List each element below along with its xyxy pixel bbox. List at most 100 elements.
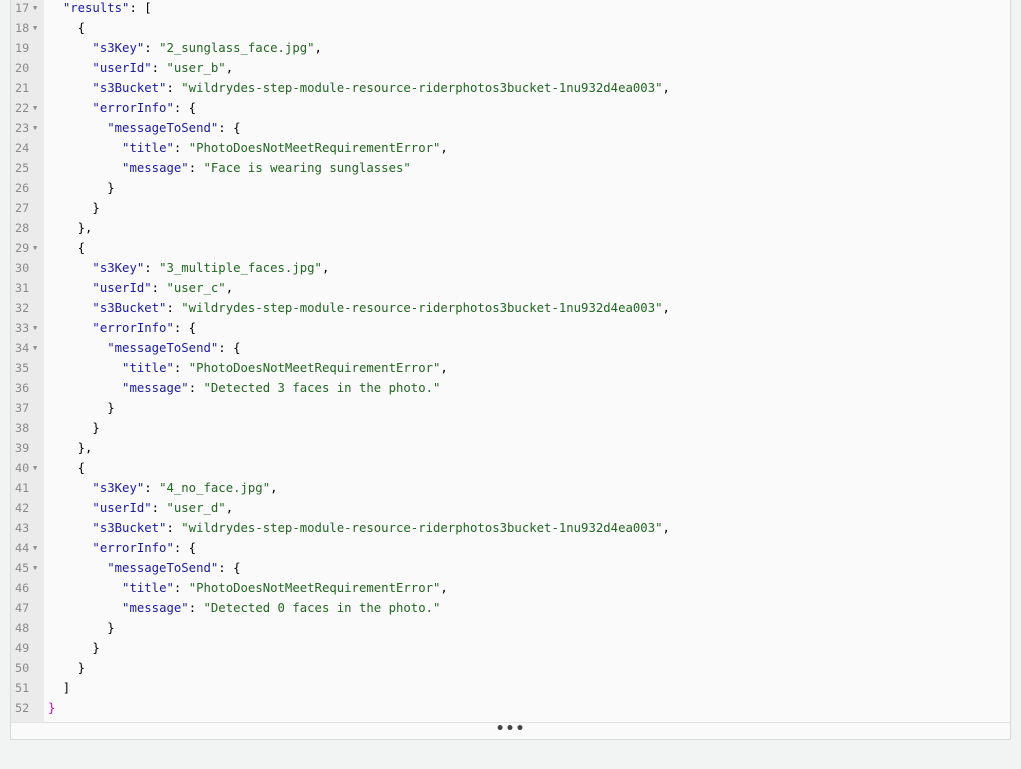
json-key: "message" [122, 601, 189, 615]
line-content: { [48, 238, 85, 258]
closing-brace: } [48, 701, 56, 715]
json-editor[interactable]: 17 ▼ "results": [18 ▼ {19 "s3Key": "2_sung… [10, 0, 1011, 740]
punctuation: } [48, 401, 115, 415]
code-line: 51 ] [11, 678, 1010, 698]
line-content: "messageToSend": { [48, 118, 241, 138]
code-line: 48 } [11, 618, 1010, 638]
json-string: "PhotoDoesNotMeetRequirementError" [188, 581, 441, 595]
json-key: "messageToSend" [107, 341, 219, 355]
punctuation: : [166, 521, 182, 535]
json-string: "2_sunglass_face.jpg" [159, 41, 315, 55]
fold-toggle-icon[interactable]: ▼ [33, 0, 37, 18]
line-content: } [48, 398, 115, 418]
line-number: 37 [15, 401, 30, 415]
fold-toggle-icon[interactable]: ▼ [33, 18, 37, 38]
code-line: 27 } [11, 198, 1010, 218]
code-line: 31 "userId": "user_c", [11, 278, 1010, 298]
punctuation [48, 361, 122, 375]
line-number: 43 [15, 521, 30, 535]
line-number: 49 [15, 641, 30, 655]
json-key: "message" [122, 381, 189, 395]
line-content: "s3Key": "3_multiple_faces.jpg", [48, 258, 329, 278]
line-content: "messageToSend": { [48, 558, 241, 578]
code-line: 49 } [11, 638, 1010, 658]
punctuation: : [144, 261, 160, 275]
line-content: } [48, 618, 115, 638]
punctuation: : { [173, 321, 197, 335]
punctuation: : { [218, 561, 241, 575]
line-content: } [48, 638, 99, 658]
line-content: "message": "Detected 3 faces in the phot… [48, 378, 440, 398]
json-string: "Detected 0 faces in the photo." [203, 601, 441, 615]
json-key: "results" [62, 1, 130, 15]
fold-toggle-icon[interactable]: ▼ [33, 238, 37, 258]
punctuation [48, 481, 92, 495]
line-number: 41 [15, 481, 30, 495]
code-line: 38 } [11, 418, 1010, 438]
punctuation: : [ [129, 1, 152, 15]
code-line: 46 "title": "PhotoDoesNotMeetRequirement… [11, 578, 1010, 598]
line-content: ] [48, 678, 70, 698]
line-number: 30 [15, 261, 30, 275]
json-string: "wildrydes-step-module-resource-riderpho… [181, 301, 663, 315]
fold-toggle-icon[interactable]: ▼ [33, 458, 37, 478]
code-line: 34 ▼ "messageToSend": { [11, 338, 1010, 358]
punctuation: : [166, 81, 182, 95]
punctuation: } [48, 421, 100, 435]
line-number: 33 [15, 321, 30, 335]
punctuation [48, 281, 92, 295]
line-number: 51 [15, 681, 30, 695]
json-string: "user_c" [166, 281, 226, 295]
code-line: 35 "title": "PhotoDoesNotMeetRequirement… [11, 358, 1010, 378]
punctuation [48, 561, 107, 575]
line-content: } [48, 658, 85, 678]
line-number: 26 [15, 181, 30, 195]
resize-handle[interactable]: ••• [11, 722, 1010, 739]
fold-toggle-icon[interactable]: ▼ [33, 538, 37, 558]
json-string: "3_multiple_faces.jpg" [159, 261, 322, 275]
line-content: } [48, 178, 114, 198]
fold-toggle-icon[interactable]: ▼ [33, 558, 37, 578]
line-number: 28 [15, 221, 30, 235]
punctuation [48, 141, 122, 155]
line-number: 31 [15, 281, 30, 295]
line-content: "userId": "user_b", [48, 58, 233, 78]
punctuation: } [48, 621, 115, 635]
punctuation: , [225, 281, 234, 295]
line-content: "s3Bucket": "wildrydes-step-module-resou… [48, 298, 669, 318]
fold-toggle-icon[interactable]: ▼ [33, 98, 37, 118]
fold-toggle-icon[interactable]: ▼ [33, 118, 37, 138]
line-content: "s3Key": "4_no_face.jpg", [48, 478, 277, 498]
punctuation: } [48, 201, 100, 215]
json-string: "4_no_face.jpg" [159, 481, 271, 495]
fold-toggle-icon[interactable]: ▼ [33, 318, 37, 338]
punctuation: : [144, 41, 160, 55]
line-number: 34 [15, 341, 30, 355]
punctuation: }, [48, 221, 93, 235]
line-number: 40 [15, 461, 30, 475]
json-string: "wildrydes-step-module-resource-riderpho… [181, 81, 663, 95]
line-number: 20 [15, 61, 30, 75]
code-line: 36 "message": "Detected 3 faces in the p… [11, 378, 1010, 398]
punctuation: : [151, 61, 167, 75]
punctuation [48, 541, 92, 555]
punctuation: , [662, 521, 670, 535]
code-line: 28 }, [11, 218, 1010, 238]
code-line: 26 } [11, 178, 1010, 198]
json-key: "s3Key" [92, 481, 145, 495]
line-number: 18 [15, 21, 30, 35]
fold-toggle-icon[interactable]: ▼ [33, 338, 37, 358]
json-string: "user_b" [166, 61, 226, 75]
punctuation [48, 381, 122, 395]
punctuation: : { [218, 121, 241, 135]
line-content: "errorInfo": { [48, 98, 196, 118]
code-line: 43 "s3Bucket": "wildrydes-step-module-re… [11, 518, 1010, 538]
punctuation [48, 1, 63, 15]
punctuation: , [440, 361, 448, 375]
code-line: 37 } [11, 398, 1010, 418]
punctuation [48, 121, 107, 135]
line-number: 39 [15, 441, 30, 455]
code-area[interactable]: 17 ▼ "results": [18 ▼ {19 "s3Key": "2_sung… [11, 0, 1010, 724]
code-line: 44 ▼ "errorInfo": { [11, 538, 1010, 558]
line-content: "s3Bucket": "wildrydes-step-module-resou… [48, 78, 669, 98]
